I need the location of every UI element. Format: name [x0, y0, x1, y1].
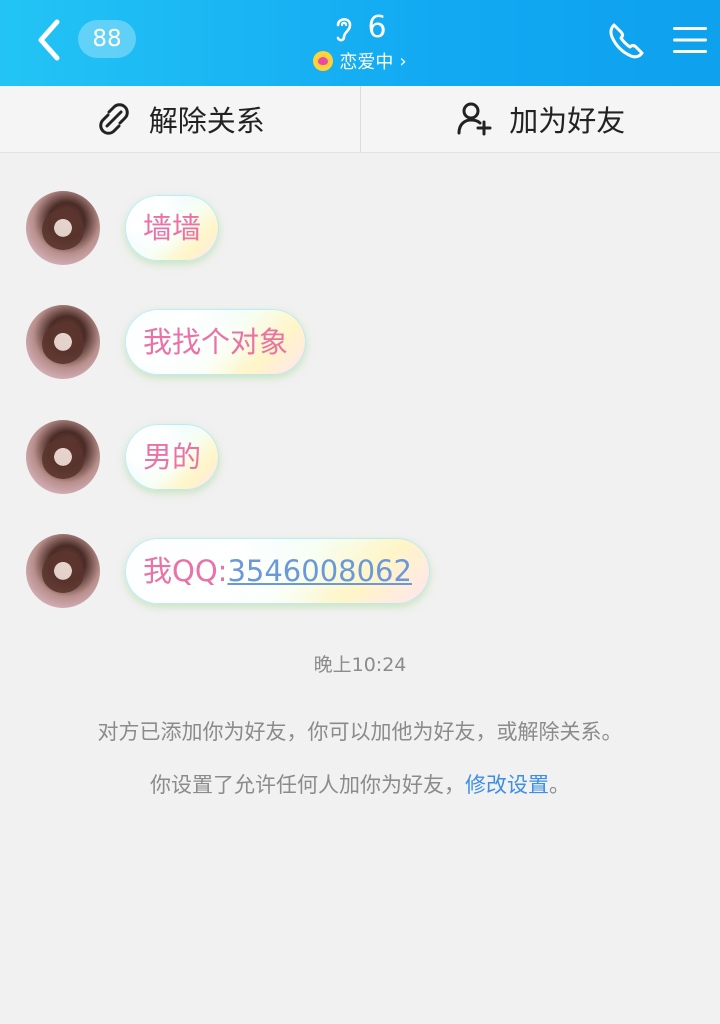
avatar[interactable]	[26, 534, 100, 608]
add-friend-button[interactable]: 加为好友	[361, 86, 720, 152]
avatar[interactable]	[26, 420, 100, 494]
unlink-label: 解除关系	[148, 104, 265, 138]
modify-settings-link[interactable]: 修改设置	[465, 773, 549, 797]
message-bubble[interactable]: 我QQ:3546008062	[125, 538, 430, 604]
relationship-action-bar: 解除关系 加为好友	[0, 86, 720, 153]
top-bar: 88 6 恋爱中 ›	[0, 0, 720, 86]
call-button[interactable]	[604, 20, 646, 62]
chat-title: 6	[367, 10, 387, 45]
back-button[interactable]	[30, 14, 70, 66]
avatar[interactable]	[26, 191, 100, 265]
add-friend-label: 加为好友	[509, 104, 626, 138]
message-row: 我找个对象	[26, 304, 306, 380]
add-user-icon	[457, 102, 492, 136]
title-row: 6	[250, 8, 470, 48]
chevron-left-icon	[38, 19, 60, 61]
message-bubble[interactable]: 我找个对象	[125, 309, 306, 375]
system-notice-line-1: 对方已添加你为好友，你可以加他为好友，或解除关系。	[97, 720, 623, 744]
menu-icon	[673, 27, 707, 53]
system-notice-suffix: 。	[549, 773, 570, 797]
message-text: 我QQ:	[143, 554, 228, 588]
chat-title-area: 6 恋爱中 ›	[250, 8, 470, 78]
message-row: 男的	[26, 419, 219, 495]
message-row: 我QQ:3546008062	[26, 533, 430, 609]
message-bubble[interactable]: 墙墙	[125, 195, 219, 261]
unlink-icon	[98, 103, 129, 135]
system-notice-text: 你设置了允许任何人加你为好友，	[150, 773, 465, 797]
menu-button[interactable]	[670, 20, 710, 60]
message-row: 墙墙	[26, 190, 219, 266]
ear-icon	[337, 18, 352, 42]
avatar[interactable]	[26, 305, 100, 379]
unread-count-badge[interactable]: 88	[78, 20, 136, 58]
message-bubble[interactable]: 男的	[125, 424, 219, 490]
phone-icon	[609, 23, 644, 59]
system-notice-line-2: 你设置了允许任何人加你为好友，修改设置。	[0, 769, 720, 799]
qq-number-link[interactable]: 3546008062	[227, 554, 412, 588]
unlink-relationship-button[interactable]: 解除关系	[0, 86, 360, 152]
message-timestamp: 晚上10:24	[313, 654, 407, 676]
status-label: 恋爱中	[339, 52, 394, 73]
chevron-right-icon: ›	[399, 50, 407, 72]
relationship-status[interactable]: 恋爱中 ›	[250, 48, 470, 74]
relationship-emoji-icon	[313, 51, 334, 71]
